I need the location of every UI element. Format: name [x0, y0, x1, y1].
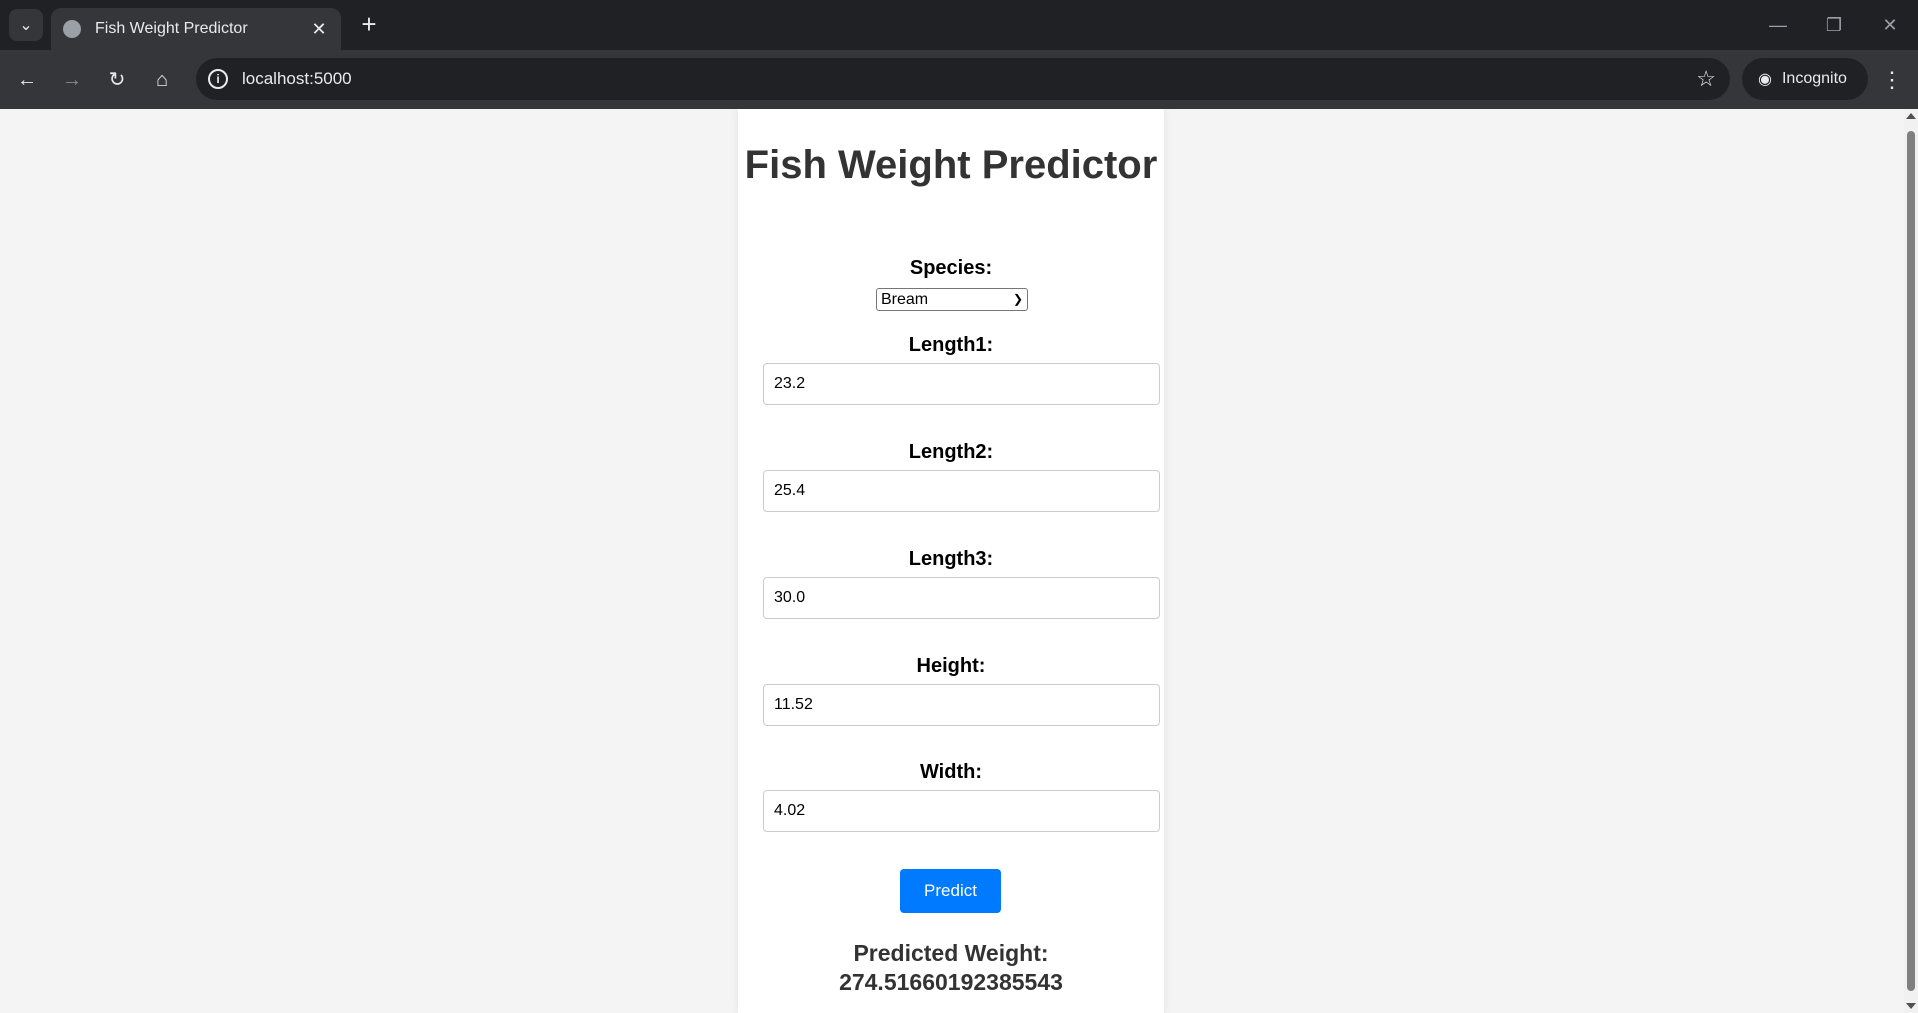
chevron-down-icon: ❯	[1012, 292, 1023, 306]
browser-tab[interactable]: Fish Weight Predictor ✕	[51, 8, 341, 50]
width-label: Width:	[919, 761, 982, 783]
incognito-button[interactable]: ◉ Incognito	[1742, 58, 1868, 100]
kebab-icon[interactable]: ⋮	[1880, 63, 1904, 97]
tab-strip: ⌄ Fish Weight Predictor ✕ + — ❐ ✕	[0, 0, 1918, 50]
forward-button[interactable]: →	[55, 63, 89, 97]
length3-input[interactable]: 30.0	[763, 577, 1160, 619]
height-input[interactable]: 11.52	[763, 684, 1160, 726]
minimize-button[interactable]: —	[1756, 8, 1800, 42]
page-viewport: Fish Weight Predictor Species: Bream ❯ L…	[0, 109, 1904, 1013]
height-label: Height:	[916, 655, 986, 677]
width-input[interactable]: 4.02	[763, 790, 1160, 832]
tab-title: Fish Weight Predictor	[95, 20, 248, 37]
predictor-card: Fish Weight Predictor Species: Bream ❯ L…	[738, 109, 1164, 1013]
restore-button[interactable]: ❐	[1812, 8, 1856, 42]
incognito-icon: ◉	[1758, 71, 1772, 88]
window-close-button[interactable]: ✕	[1868, 8, 1912, 42]
browser-toolbar: ← → ↻ ⌂ i localhost:5000 ☆ ◉ Incognito ⋮	[0, 50, 1918, 109]
result-label: Predicted Weight:	[853, 940, 1049, 966]
url-text[interactable]: localhost:5000	[242, 69, 352, 89]
length1-input[interactable]: 23.2	[763, 363, 1160, 405]
chevron-down-icon: ⌄	[19, 17, 33, 34]
length3-label: Length3:	[908, 548, 994, 570]
new-tab-button[interactable]: +	[354, 10, 384, 40]
back-button[interactable]: ←	[10, 63, 44, 97]
scroll-down-icon[interactable]	[1906, 1003, 1916, 1009]
home-button[interactable]: ⌂	[145, 63, 179, 97]
info-icon[interactable]: i	[208, 69, 228, 89]
species-selected-value: Bream	[881, 291, 929, 308]
species-label: Species:	[909, 257, 993, 279]
result-value: 274.51660192385543	[839, 969, 1063, 995]
tab-search-button[interactable]: ⌄	[9, 9, 43, 41]
page-scrollbar[interactable]	[1904, 109, 1918, 1013]
scroll-up-icon[interactable]	[1906, 113, 1916, 119]
reload-button[interactable]: ↻	[100, 63, 134, 97]
length2-label: Length2:	[908, 441, 994, 463]
prediction-result: Predicted Weight: 274.51660192385543	[738, 939, 1164, 997]
globe-icon	[63, 20, 81, 38]
species-select[interactable]: Bream ❯	[876, 288, 1028, 311]
length2-input[interactable]: 25.4	[763, 470, 1160, 512]
length1-label: Length1:	[908, 334, 994, 356]
address-bar[interactable]: i localhost:5000 ☆	[196, 58, 1730, 100]
star-icon[interactable]: ☆	[1696, 66, 1716, 92]
close-icon[interactable]: ✕	[309, 19, 329, 40]
scrollbar-thumb[interactable]	[1907, 131, 1915, 991]
page-title: Fish Weight Predictor	[744, 143, 1158, 187]
predict-button[interactable]: Predict	[900, 869, 1001, 913]
incognito-label: Incognito	[1781, 70, 1847, 87]
